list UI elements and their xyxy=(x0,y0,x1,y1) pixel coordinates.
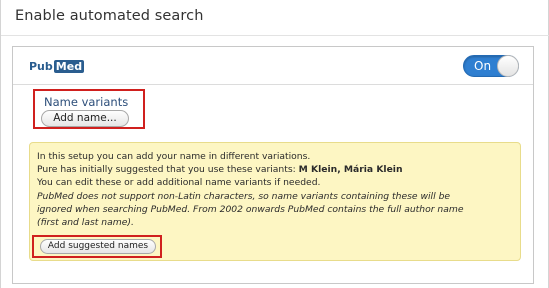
pubmed-logo: Pub Med xyxy=(29,59,85,73)
pubmed-panel: Pub Med On Name variants Add name... In t… xyxy=(12,46,534,284)
pubmed-toggle[interactable]: On xyxy=(463,55,519,77)
suggested-names-value: M Klein, Mária Klein xyxy=(298,164,403,176)
notice-line-3: You can edit these or add additional nam… xyxy=(37,177,321,189)
notice-italic-3: (first and last name). xyxy=(37,217,134,229)
notice-italic-1: PubMed does not support non-Latin charac… xyxy=(37,190,451,202)
notice-line-1: In this setup you can add your name in d… xyxy=(37,151,311,162)
title-divider xyxy=(1,35,549,36)
section-title: Enable automated search xyxy=(15,8,204,24)
name-variants-label: Name variants xyxy=(44,95,129,109)
logo-text-med: Med xyxy=(53,59,85,73)
notice-line-2-prefix: Pure has initially suggested that you us… xyxy=(37,164,299,176)
logo-text-pub: Pub xyxy=(29,59,53,73)
add-suggested-names-button[interactable]: Add suggested names xyxy=(40,239,156,254)
toggle-knob xyxy=(497,55,519,77)
name-variants-highlight: Name variants Add name... xyxy=(33,89,145,129)
settings-section: Enable automated search Pub Med On Name v… xyxy=(0,0,549,288)
info-notice: In this setup you can add your name in d… xyxy=(29,142,521,261)
add-name-button[interactable]: Add name... xyxy=(41,110,129,127)
notice-text: In this setup you can add your name in d… xyxy=(37,150,517,229)
add-suggested-highlight: Add suggested names xyxy=(32,235,162,258)
panel-header: Pub Med On xyxy=(13,47,533,85)
toggle-label: On xyxy=(474,59,492,73)
notice-italic-2: ignored when searching PubMed. From 2002… xyxy=(37,203,464,215)
notice-line-2: Pure has initially suggested that you us… xyxy=(37,163,517,176)
